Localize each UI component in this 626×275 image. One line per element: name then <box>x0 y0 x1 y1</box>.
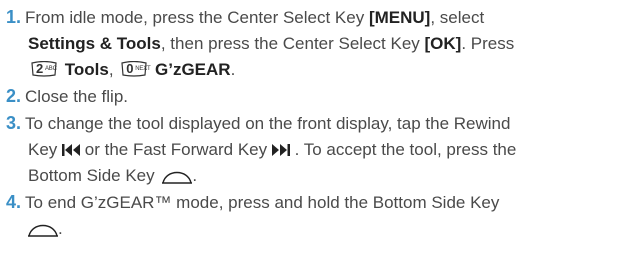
step-4: 4. To end G’zGEAR™ mode, press and hold t… <box>6 189 620 245</box>
keypad-key-icon: 0 NEXT <box>120 61 151 77</box>
step-text: From idle mode, press the Center Select … <box>25 8 369 27</box>
rewind-icon <box>62 140 85 159</box>
step-text: , then press the Center Select Key <box>160 34 425 53</box>
step-line: Settings & Tools, then press the Center … <box>6 31 620 57</box>
menu-item-label: Settings & Tools <box>28 34 161 53</box>
step-line: Key or the Fast Forward Key . To accept … <box>6 137 620 163</box>
step-line: 4. To end G’zGEAR™ mode, press and hold t… <box>6 189 620 216</box>
step-text: , <box>108 60 114 79</box>
step-text: , select <box>430 8 485 27</box>
step-text: . <box>192 166 198 185</box>
step-number: 2. <box>6 86 22 106</box>
tools-label: Tools <box>64 60 109 79</box>
step-number: 1. <box>6 7 22 27</box>
step-text: . <box>58 219 63 238</box>
step-text: To end G’zGEAR™ mode, press and hold the… <box>25 193 500 212</box>
menu-key-label: [MENU] <box>368 8 431 27</box>
step-line: . <box>6 216 620 245</box>
step-3: 3. To change the tool displayed on the fr… <box>6 110 620 192</box>
step-number: 4. <box>6 192 22 212</box>
step-line: 1. From idle mode, press the Center Selec… <box>6 4 620 31</box>
step-text: . <box>230 60 236 79</box>
bottom-side-key-icon <box>28 219 58 245</box>
step-2: 2. Close the flip. <box>6 83 620 110</box>
step-line: Bottom Side Key . <box>6 163 620 192</box>
step-line: 3. To change the tool displayed on the fr… <box>6 110 620 137</box>
gzgear-label: G’zGEAR <box>155 60 231 79</box>
step-text: Key <box>28 140 58 159</box>
instructions: 1. From idle mode, press the Center Selec… <box>0 0 626 275</box>
step-text: Close the flip. <box>25 87 129 106</box>
step-text: or the Fast Forward Key <box>84 140 268 159</box>
ok-key-label: [OK] <box>424 34 462 53</box>
step-text: Bottom Side Key <box>28 166 155 185</box>
step-line: 2 ABC Tools, 0 NEXT G’zGEAR. <box>6 57 620 83</box>
step-text: . To accept the tool, press the <box>294 140 517 159</box>
step-text: . Press <box>461 34 515 53</box>
fast-forward-icon <box>271 140 295 159</box>
step-text: To change the tool displayed on the fron… <box>25 114 511 133</box>
step-1: 1. From idle mode, press the Center Selec… <box>6 4 620 83</box>
step-number: 3. <box>6 113 22 133</box>
keypad-key-icon: 2 ABC <box>30 61 58 77</box>
